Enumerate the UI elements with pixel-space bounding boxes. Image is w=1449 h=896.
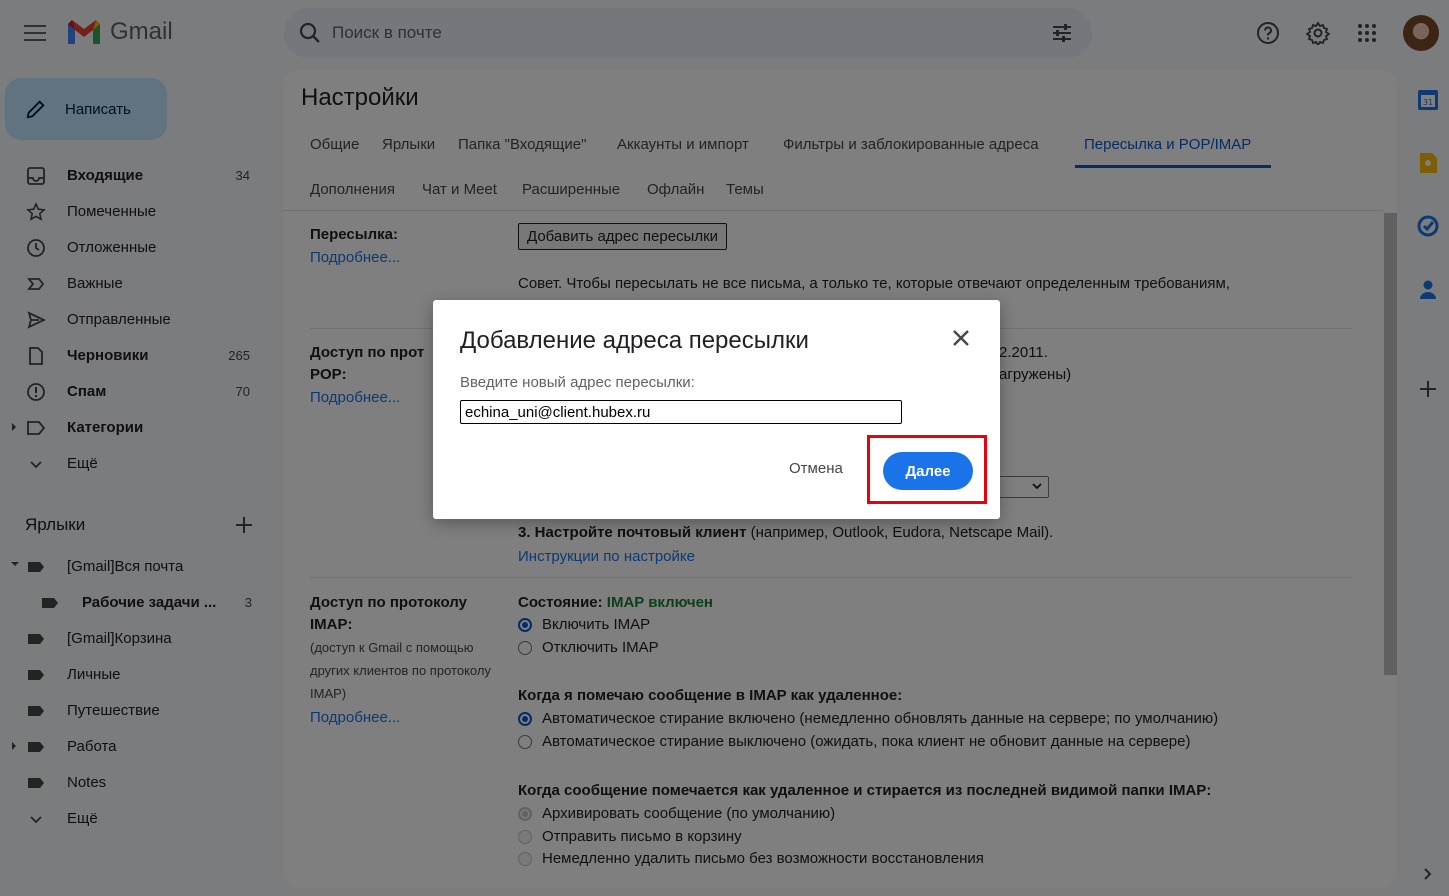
close-icon[interactable] [949,326,973,350]
add-forwarding-dialog: Добавление адреса пересылки Введите новы… [433,300,1000,519]
forwarding-address-input[interactable] [460,400,902,424]
dialog-prompt: Введите новый адрес пересылки: [460,374,695,391]
next-button[interactable]: Далее [883,452,973,490]
dialog-title: Добавление адреса пересылки [460,327,809,354]
cancel-button[interactable]: Отмена [789,460,843,477]
